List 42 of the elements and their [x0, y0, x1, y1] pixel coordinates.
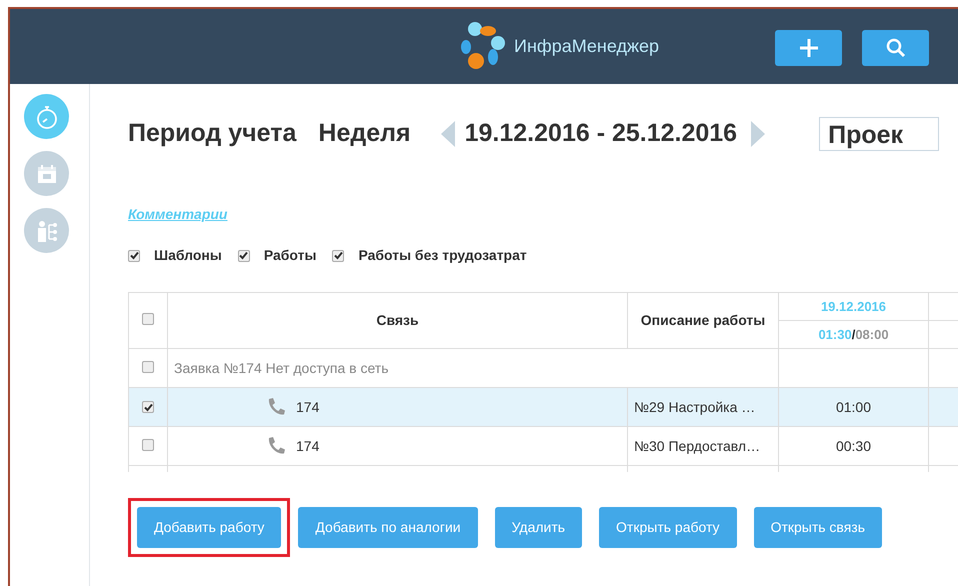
hours-total: 01:30/08:00 [818, 326, 889, 342]
comments-link[interactable]: Комментарии [128, 204, 228, 225]
search-icon [886, 38, 906, 58]
filter-label: Шаблоны [154, 246, 222, 265]
sidebar-item[interactable] [24, 151, 69, 196]
action-button[interactable]: Открыть работу [599, 506, 737, 548]
table-cell: 01:00 [778, 388, 928, 426]
search-button[interactable] [862, 30, 929, 66]
link-number: 174 [296, 436, 320, 456]
checkbox[interactable] [142, 438, 154, 450]
phone-icon [266, 436, 286, 456]
column-header: Связь [168, 292, 628, 348]
filter-label: Работы без трудозатрат [358, 246, 527, 265]
table-cell: 00:30 [778, 426, 928, 466]
project-selector[interactable]: Проек [819, 117, 940, 151]
action-button[interactable]: Открыть связь [754, 506, 882, 548]
app-name: ИнфраМенеджер [514, 34, 660, 58]
action-button[interactable]: Добавить по аналогии [298, 506, 478, 548]
checkbox[interactable] [142, 313, 154, 325]
checkbox[interactable] [238, 250, 250, 262]
date-header: 19.12.2016 [778, 292, 928, 320]
checkbox[interactable] [332, 250, 344, 262]
period-label: Период учета [128, 118, 296, 150]
phone-icon [266, 397, 286, 417]
table-cell: №30 Пердоставл… [628, 426, 778, 466]
checkbox[interactable] [128, 250, 140, 262]
sidebar-item[interactable] [24, 94, 69, 139]
add-button[interactable] [775, 30, 842, 66]
checkbox[interactable] [142, 401, 154, 413]
date-range: 19.12.2016 - 25.12.2016 [464, 118, 738, 150]
table-cell: №29 Настройка … [628, 388, 778, 426]
action-button[interactable]: Добавить работу [137, 506, 282, 548]
action-button[interactable]: Удалить [494, 506, 582, 548]
period-mode: Неделя [318, 118, 411, 150]
filter-label: Работы [264, 246, 316, 265]
plus-icon [798, 37, 820, 59]
next-arrow-icon[interactable] [751, 121, 766, 147]
column-header: Описание работы [628, 292, 778, 348]
link-number: 174 [296, 398, 320, 416]
sidebar-item[interactable] [24, 208, 69, 253]
checkbox[interactable] [142, 360, 154, 372]
previous-arrow-icon[interactable] [440, 121, 455, 147]
